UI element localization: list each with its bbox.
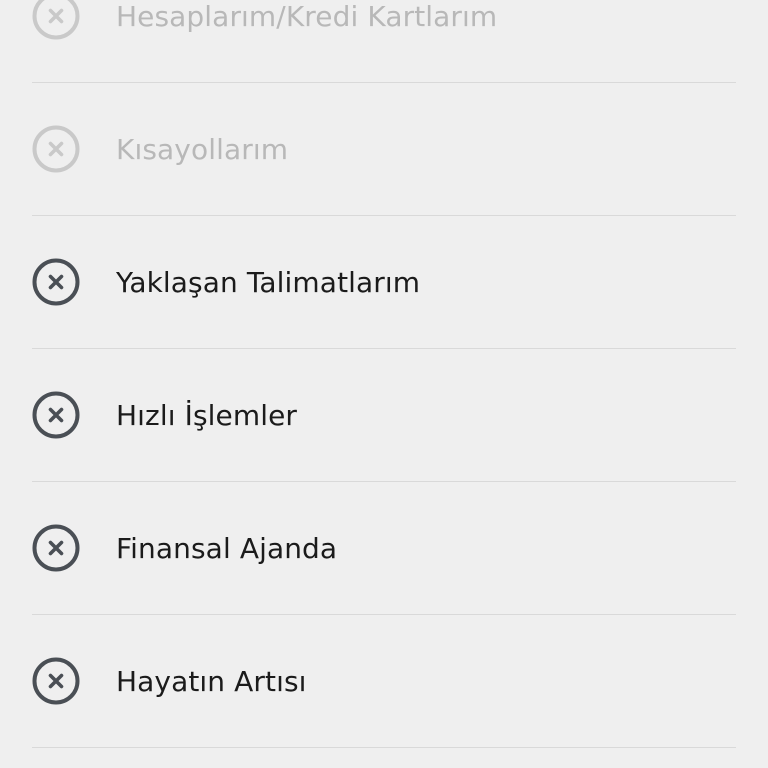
list-item-hayatin-artisi: Hayatın Artısı	[32, 615, 736, 748]
list-item-label: Yaklaşan Talimatlarım	[116, 265, 421, 299]
list-item-hesaplarim-kredi-kartlarim: Hesaplarım/Kredi Kartlarım	[32, 0, 736, 83]
close-circle-icon	[32, 0, 80, 40]
close-circle-icon[interactable]	[32, 258, 80, 306]
list-item-finansal-ajanda: Finansal Ajanda	[32, 482, 736, 615]
screen: Hesaplarım/Kredi Kartlarım Kısayollarım …	[0, 0, 768, 768]
list-item-hizli-islemler: Hızlı İşlemler	[32, 349, 736, 482]
close-circle-icon[interactable]	[32, 657, 80, 705]
close-circle-icon[interactable]	[32, 524, 80, 572]
close-circle-icon[interactable]	[32, 391, 80, 439]
list-item-kisayollarim: Kısayollarım	[32, 83, 736, 216]
list-item-label: Kısayollarım	[116, 132, 289, 166]
list-item-label: Hızlı İşlemler	[116, 398, 298, 432]
list-item-label: Hesaplarım/Kredi Kartlarım	[116, 0, 498, 33]
widget-list: Hesaplarım/Kredi Kartlarım Kısayollarım …	[0, 0, 768, 748]
list-item-yaklasan-talimatlarim: Yaklaşan Talimatlarım	[32, 216, 736, 349]
list-item-label: Hayatın Artısı	[116, 664, 307, 698]
close-circle-icon	[32, 125, 80, 173]
list-item-label: Finansal Ajanda	[116, 531, 338, 565]
